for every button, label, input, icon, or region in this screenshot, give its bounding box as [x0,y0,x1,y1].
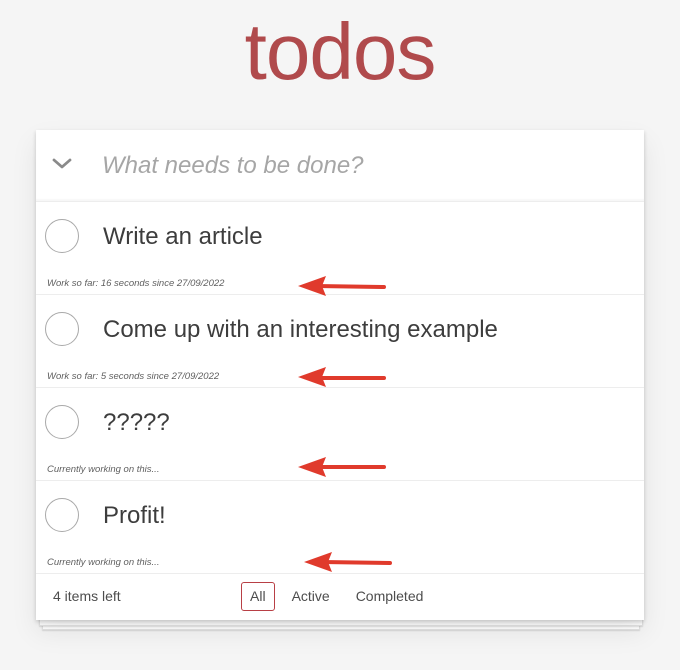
circle-checkbox-icon[interactable] [45,219,79,253]
new-todo-input[interactable] [102,146,622,186]
new-todo-row [36,130,644,202]
filter-active[interactable]: Active [283,582,339,611]
todo-label[interactable]: ????? [103,408,170,438]
todo-label[interactable]: Profit! [103,501,166,531]
todo-label[interactable]: Write an article [103,222,263,252]
circle-checkbox-icon[interactable] [45,405,79,439]
circle-checkbox-icon[interactable] [45,312,79,346]
left-arrow-icon [304,552,392,572]
filter-group: All Active Completed [241,582,432,611]
left-arrow-icon [298,367,386,387]
todo-footer: 4 items left All Active Completed [36,574,644,620]
filter-all[interactable]: All [241,582,275,611]
todo-work-note: Currently working on this... [47,464,160,475]
todo-work-note: Currently working on this... [47,557,160,568]
items-left-count: 4 items left [53,588,121,604]
left-arrow-icon [298,457,386,477]
left-arrow-icon [298,276,386,296]
app-title: todos [244,7,437,96]
todo-work-note: Work so far: 16 seconds since 27/09/2022 [47,278,225,289]
filter-completed[interactable]: Completed [347,582,433,611]
todo-label[interactable]: Come up with an interesting example [103,315,498,345]
circle-checkbox-icon[interactable] [45,498,79,532]
chevron-down-icon[interactable] [50,152,74,176]
todo-work-note: Work so far: 5 seconds since 27/09/2022 [47,371,220,382]
